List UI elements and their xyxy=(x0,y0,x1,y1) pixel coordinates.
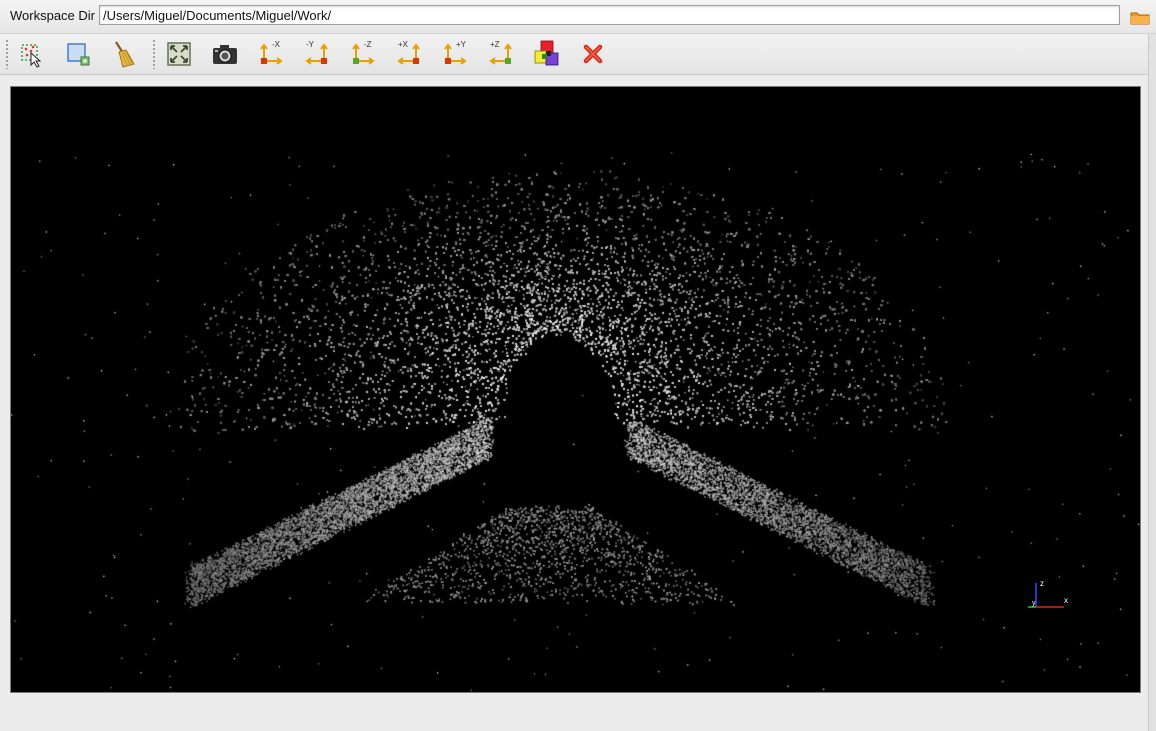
toolbar-grip[interactable] xyxy=(152,39,156,69)
axis-view-icon xyxy=(260,43,283,65)
view-plus-x-button[interactable]: +X xyxy=(393,38,425,70)
select-area-icon xyxy=(67,43,90,66)
axis-view-label: +X xyxy=(398,40,409,49)
camera-icon xyxy=(213,45,237,64)
view-minus-x-button[interactable]: -X xyxy=(255,38,287,70)
axis-view-label: +Y xyxy=(456,40,467,49)
point-cloud-viewer[interactable]: z x y xyxy=(10,86,1141,693)
axis-view-label: -Z xyxy=(364,40,372,49)
toolbar-grip[interactable] xyxy=(5,39,9,69)
close-button[interactable] xyxy=(577,38,609,70)
workspace-dir-label: Workspace Dir xyxy=(10,8,96,23)
point-cloud-canvas[interactable] xyxy=(11,87,1140,692)
browse-folder-button[interactable] xyxy=(1129,7,1151,27)
right-panel-edge[interactable] xyxy=(1148,34,1156,731)
color-mode-button[interactable] xyxy=(530,38,562,70)
color-channels-icon xyxy=(534,40,559,66)
axis-view-label: +Z xyxy=(490,40,500,49)
axis-view-label: -X xyxy=(272,40,280,49)
axis-view-label: -Y xyxy=(306,40,314,49)
broom-icon xyxy=(115,41,135,68)
y-axis-label: y xyxy=(1032,600,1036,607)
screenshot-button[interactable] xyxy=(209,38,241,70)
view-plus-y-button[interactable]: +Y xyxy=(439,38,471,70)
select-area-button[interactable] xyxy=(62,38,94,70)
axis-view-icon xyxy=(352,43,375,65)
select-points-button[interactable] xyxy=(16,38,48,70)
fit-view-button[interactable] xyxy=(163,38,195,70)
workspace-bar: Workspace Dir xyxy=(0,0,1156,34)
view-plus-z-button[interactable]: +Z xyxy=(485,38,517,70)
close-icon xyxy=(583,44,603,64)
view-minus-z-button[interactable]: -Z xyxy=(347,38,379,70)
folder-icon xyxy=(1130,12,1150,25)
axes-orientation-widget: z x y xyxy=(1028,579,1068,608)
x-axis-label: x xyxy=(1064,596,1068,605)
fit-view-icon xyxy=(167,42,191,66)
main-toolbar: -X -Y -Z +X +Y +Z xyxy=(0,34,1148,75)
clear-selection-button[interactable] xyxy=(108,38,140,70)
select-points-icon xyxy=(21,44,42,68)
workspace-path-input[interactable] xyxy=(99,5,1120,25)
view-minus-y-button[interactable]: -Y xyxy=(301,38,333,70)
z-axis-label: z xyxy=(1040,579,1044,588)
